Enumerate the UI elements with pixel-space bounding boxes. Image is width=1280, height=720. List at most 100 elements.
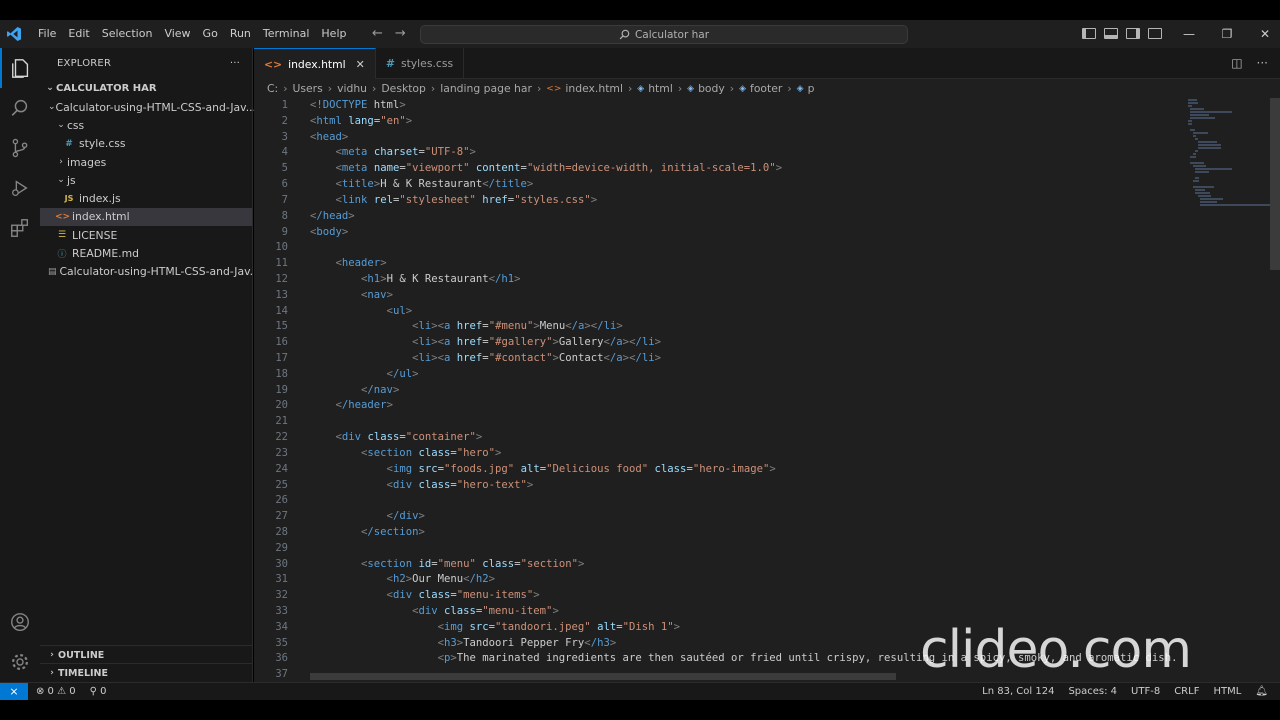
command-center-search[interactable]: Calculator har: [420, 25, 908, 44]
code-line[interactable]: </section>: [310, 525, 1190, 541]
menu-view[interactable]: View: [158, 20, 196, 48]
breadcrumb-item[interactable]: body: [698, 82, 725, 95]
code-line[interactable]: <nav>: [310, 288, 1190, 304]
menu-run[interactable]: Run: [224, 20, 257, 48]
code-line[interactable]: <img src="foods.jpg" alt="Delicious food…: [310, 462, 1190, 478]
tree-item[interactable]: ⌄ Calculator-using-HTML-CSS-and-Jav...: [40, 98, 256, 116]
vertical-scrollbar[interactable]: [1270, 98, 1280, 270]
code-line[interactable]: </ul>: [310, 367, 1190, 383]
ports-indicator[interactable]: ⚲ 0: [90, 686, 107, 697]
breadcrumb-item[interactable]: C:: [267, 82, 278, 95]
remote-indicator-icon[interactable]: ⨯: [0, 682, 28, 701]
tree-item[interactable]: ▤ Calculator-using-HTML-CSS-and-Jav...: [40, 263, 260, 281]
indentation[interactable]: Spaces: 4: [1068, 683, 1117, 700]
code-line[interactable]: <h1>H & K Restaurant</h1>: [310, 272, 1190, 288]
code-editor[interactable]: 1 2 3 4 5 6 7 8 9 10 11 12 13 14 15 16 17 18 19 20 21 22 23 24 2…: [254, 98, 1280, 682]
end-of-line[interactable]: CRLF: [1174, 683, 1199, 700]
forward-arrow-icon[interactable]: →: [395, 20, 406, 48]
breadcrumb-item[interactable]: footer: [750, 82, 782, 95]
code-line[interactable]: <li><a href="#contact">Contact</a></li>: [310, 351, 1190, 367]
breadcrumb-item[interactable]: html: [648, 82, 673, 95]
code-line[interactable]: <ul>: [310, 304, 1190, 320]
toggle-secondary-sidebar-icon[interactable]: [1126, 28, 1140, 39]
breadcrumb-item[interactable]: landing page har: [440, 82, 532, 95]
code-line[interactable]: <meta charset="UTF-8">: [310, 145, 1190, 161]
back-arrow-icon[interactable]: ←: [372, 20, 383, 48]
menu-go[interactable]: Go: [197, 20, 224, 48]
breadcrumb-item[interactable]: index.html: [565, 82, 623, 95]
tree-item[interactable]: ⌄ js: [40, 171, 252, 189]
code-line[interactable]: <!DOCTYPE html>: [310, 98, 1190, 114]
code-line[interactable]: <body>: [310, 225, 1190, 241]
menu-selection[interactable]: Selection: [96, 20, 159, 48]
menu-file[interactable]: File: [32, 20, 62, 48]
toggle-primary-sidebar-icon[interactable]: [1082, 28, 1096, 39]
code-line[interactable]: <div class="container">: [310, 430, 1190, 446]
cursor-position[interactable]: Ln 83, Col 124: [982, 683, 1054, 700]
toggle-panel-icon[interactable]: [1104, 28, 1118, 39]
tree-item[interactable]: ⌄ css: [40, 116, 252, 134]
code-line[interactable]: <h2>Our Menu</h2>: [310, 572, 1190, 588]
notifications-bell-icon[interactable]: 🔔︎: [1255, 683, 1268, 700]
menu-help[interactable]: Help: [315, 20, 352, 48]
code-line[interactable]: </nav>: [310, 383, 1190, 399]
run-debug-icon[interactable]: [0, 168, 40, 208]
code-line[interactable]: [310, 414, 1190, 430]
manage-gear-icon[interactable]: [0, 642, 40, 682]
code-line[interactable]: <link rel="stylesheet" href="styles.css"…: [310, 193, 1190, 209]
more-actions-icon[interactable]: ···: [1257, 56, 1268, 70]
encoding[interactable]: UTF-8: [1131, 683, 1160, 700]
timeline-section[interactable]: › TIMELINE: [40, 663, 253, 682]
tree-item[interactable]: # style.css: [40, 135, 252, 153]
code-line[interactable]: <title>H & K Restaurant</title>: [310, 177, 1190, 193]
code-line[interactable]: <header>: [310, 256, 1190, 272]
breadcrumb-item[interactable]: Desktop: [381, 82, 426, 95]
close-icon[interactable]: ✕: [356, 58, 365, 71]
code-line[interactable]: <section class="hero">: [310, 446, 1190, 462]
code-lines[interactable]: <!DOCTYPE html> <html lang="en"> <head> <m…: [310, 98, 1190, 682]
customize-layout-icon[interactable]: [1148, 28, 1162, 39]
code-line[interactable]: <head>: [310, 130, 1190, 146]
problems-indicator[interactable]: ⊗ 0 ⚠ 0: [36, 686, 76, 697]
code-line[interactable]: [310, 240, 1190, 256]
horizontal-scrollbar[interactable]: [310, 673, 896, 680]
tree-item[interactable]: ☰ LICENSE: [40, 226, 252, 244]
extensions-icon[interactable]: [0, 208, 40, 248]
restore-button[interactable]: ❐: [1208, 20, 1246, 48]
code-line[interactable]: </head>: [310, 209, 1190, 225]
code-line[interactable]: <div class="menu-items">: [310, 588, 1190, 604]
code-line[interactable]: <html lang="en">: [310, 114, 1190, 130]
explorer-icon[interactable]: [0, 48, 40, 88]
split-editor-icon[interactable]: ◫: [1231, 56, 1242, 70]
source-control-icon[interactable]: [0, 128, 40, 168]
tree-item[interactable]: JS index.js: [40, 189, 252, 207]
menu-edit[interactable]: Edit: [62, 20, 95, 48]
more-actions-icon[interactable]: ···: [230, 58, 240, 69]
minimap[interactable]: [1188, 98, 1270, 218]
outline-section[interactable]: › OUTLINE: [40, 645, 253, 664]
code-line[interactable]: <div class="hero-text">: [310, 478, 1190, 494]
language-mode[interactable]: HTML: [1213, 683, 1241, 700]
breadcrumb-item[interactable]: p: [808, 82, 815, 95]
menu-terminal[interactable]: Terminal: [257, 20, 316, 48]
code-line[interactable]: <li><a href="#menu">Menu</a></li>: [310, 319, 1190, 335]
accounts-icon[interactable]: [0, 602, 40, 642]
code-line[interactable]: [310, 493, 1190, 509]
code-line[interactable]: <meta name="viewport" content="width=dev…: [310, 161, 1190, 177]
minimize-button[interactable]: —: [1170, 20, 1208, 48]
code-line[interactable]: </div>: [310, 509, 1190, 525]
tree-item[interactable]: › images: [40, 153, 252, 171]
search-icon[interactable]: [0, 88, 40, 128]
tab-index-html[interactable]: <> index.html ✕: [254, 48, 376, 79]
code-line[interactable]: </header>: [310, 398, 1190, 414]
breadcrumb-item[interactable]: vidhu: [337, 82, 367, 95]
close-window-button[interactable]: ✕: [1246, 20, 1280, 48]
code-line[interactable]: <div class="menu-item">: [310, 604, 1190, 620]
tree-item[interactable]: <> index.html: [40, 207, 252, 227]
breadcrumb-item[interactable]: Users: [293, 82, 323, 95]
workspace-root[interactable]: ⌄ CALCULATOR HAR: [40, 79, 252, 97]
code-line[interactable]: <li><a href="#gallery">Gallery</a></li>: [310, 335, 1190, 351]
tree-item[interactable]: ⓘ README.md: [40, 244, 252, 262]
code-line[interactable]: [310, 541, 1190, 557]
tab-styles-css[interactable]: # styles.css: [376, 48, 465, 79]
